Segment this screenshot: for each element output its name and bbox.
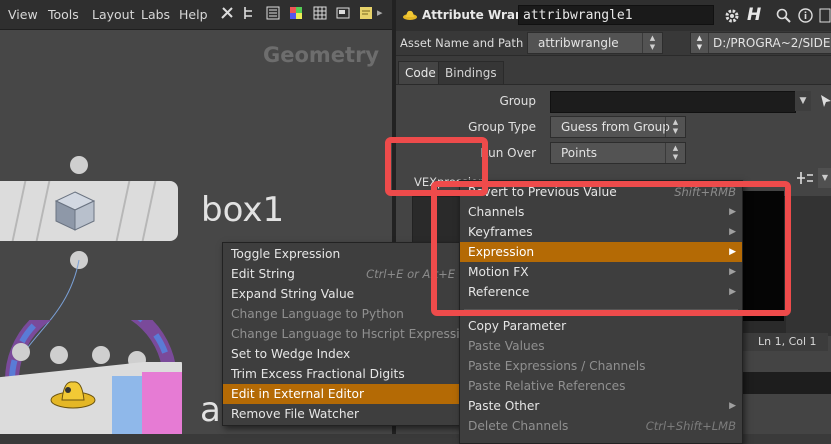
- wrangle-node-label: a: [200, 390, 221, 430]
- menu-item-trim-fractional-digits[interactable]: Trim Excess Fractional Digits: [223, 364, 461, 384]
- asset-path-combo[interactable]: ▲▼ D:/PROGRA~2/SIDEEF...: [690, 32, 831, 54]
- menu-item-delete-channels[interactable]: Delete Channels Ctrl+Shift+LMB: [460, 416, 742, 436]
- attribwrangle-node[interactable]: [0, 362, 182, 434]
- menubar: View Tools Layout Labs Help ▸: [0, 0, 392, 30]
- gear-icon[interactable]: [724, 8, 740, 24]
- help-icon[interactable]: H: [747, 5, 761, 25]
- menu-view[interactable]: View: [8, 0, 38, 29]
- run-over-value: Points: [561, 146, 598, 160]
- group-label: Group: [499, 94, 536, 108]
- sticky-note-icon[interactable]: [359, 6, 373, 20]
- color-palette-icon[interactable]: [289, 6, 303, 20]
- grid-icon[interactable]: [313, 6, 327, 20]
- menu-item-paste-values[interactable]: Paste Values: [460, 336, 742, 356]
- menu-item-set-to-wedge-index[interactable]: Set to Wedge Index: [223, 344, 461, 364]
- vex-options-dropdown[interactable]: ▼: [818, 168, 831, 188]
- tab-code[interactable]: Code: [398, 61, 443, 85]
- menu-item-paste-relative-references[interactable]: Paste Relative References: [460, 376, 742, 396]
- node-color-band: [142, 372, 182, 434]
- arrow-selector-icon[interactable]: [820, 94, 831, 108]
- menu-layout[interactable]: Layout: [92, 0, 135, 29]
- menu-item-label: Paste Other: [468, 399, 540, 413]
- image-icon[interactable]: [336, 6, 350, 20]
- node-name-field[interactable]: attribwrangle1: [518, 5, 714, 25]
- wrangle-cowboy-icon: [50, 381, 96, 409]
- parameter-titlebar: Attribute Wrangle attribwrangle1 H: [396, 0, 831, 31]
- menu-tools[interactable]: Tools: [48, 0, 79, 29]
- wrangle-input-connector[interactable]: [12, 343, 30, 361]
- string-context-menu: Toggle Expression Edit String Ctrl+E or …: [222, 242, 481, 426]
- tools-icon[interactable]: [220, 6, 234, 20]
- group-type-combo[interactable]: Guess from Group ▲ ▼: [550, 116, 686, 138]
- menu-item-edit-in-external-editor[interactable]: Edit in External Editor: [223, 384, 461, 404]
- add-channel-icon[interactable]: [796, 170, 814, 186]
- menu-item-copy-parameter[interactable]: Copy Parameter: [460, 316, 742, 336]
- spinner-icon: ▲ ▼: [691, 33, 709, 53]
- list-icon[interactable]: [266, 6, 280, 20]
- box-node-label: box1: [201, 190, 285, 230]
- overflow-icon[interactable]: ▸: [377, 6, 383, 19]
- spinner-icon: ▲ ▼: [665, 143, 685, 163]
- box-node[interactable]: [0, 181, 178, 241]
- asset-name-combo[interactable]: attribwrangle ▲ ▼: [527, 32, 663, 54]
- network-context-label: Geometry: [263, 43, 380, 67]
- node-stripe: [141, 181, 157, 241]
- menu-item-remove-file-watcher[interactable]: Remove File Watcher: [223, 404, 461, 424]
- spinner-icon: ▲ ▼: [642, 33, 662, 53]
- menu-item-toggle-expression[interactable]: Toggle Expression: [223, 244, 461, 264]
- box-node-input-connector[interactable]: [70, 156, 88, 174]
- group-field[interactable]: [550, 91, 796, 113]
- menu-item-edit-string[interactable]: Edit String Ctrl+E or Alt+E: [223, 264, 461, 284]
- node-stripe: [11, 181, 27, 241]
- tree-icon[interactable]: [242, 6, 256, 20]
- menu-item-paste-other[interactable]: Paste Other ▶: [460, 396, 742, 416]
- menu-labs[interactable]: Labs: [141, 0, 170, 29]
- tab-bindings[interactable]: Bindings: [438, 61, 504, 85]
- asset-name-label: Asset Name and Path: [400, 36, 524, 50]
- vex-editor-margin: [786, 196, 831, 336]
- menu-item-expand-string-value[interactable]: Expand String Value: [223, 284, 461, 304]
- info-icon[interactable]: [798, 8, 813, 23]
- node-stripe: [115, 181, 131, 241]
- spinner-icon: ▲ ▼: [665, 117, 685, 137]
- asset-name-value: attribwrangle: [538, 36, 619, 50]
- expand-icon[interactable]: [819, 8, 831, 23]
- shortcut-label: Ctrl+Shift+LMB: [645, 419, 736, 433]
- menu-item-change-language-python[interactable]: Change Language to Python: [223, 304, 461, 324]
- parameter-field[interactable]: [728, 372, 831, 394]
- menu-help[interactable]: Help: [179, 0, 208, 29]
- box-sop-icon: [54, 191, 96, 231]
- group-type-label: Group Type: [468, 120, 536, 134]
- menu-item-label: Delete Channels: [468, 419, 569, 433]
- menu-item-change-language-hscript[interactable]: Change Language to Hscript Expressions: [223, 324, 481, 344]
- menu-item-label: Edit String: [231, 267, 295, 281]
- wrangle-node-icon: [403, 10, 417, 20]
- annotation-highlight-box: [431, 181, 791, 316]
- editor-status-bar: Ln 1, Col 1: [728, 333, 828, 351]
- group-type-value: Guess from Group: [561, 120, 670, 134]
- menu-item-paste-expressions-channels[interactable]: Paste Expressions / Channels: [460, 356, 742, 376]
- run-over-combo[interactable]: Points ▲ ▼: [550, 142, 686, 164]
- search-icon[interactable]: [776, 8, 791, 23]
- asset-row: Asset Name and Path attribwrangle ▲ ▼ ▲ ▼ …: [396, 31, 831, 56]
- submenu-arrow-icon: ▶: [729, 401, 736, 411]
- group-dropdown-button[interactable]: ▼: [795, 91, 811, 111]
- node-stripe: [35, 181, 51, 241]
- asset-path-value: D:/PROGRA~2/SIDEEF...: [713, 36, 831, 50]
